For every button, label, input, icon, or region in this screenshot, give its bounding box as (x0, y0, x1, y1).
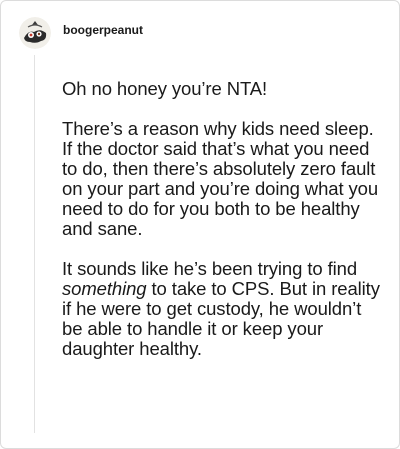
post-header: boogerpeanut (19, 17, 143, 49)
emphasized-text: something (62, 278, 147, 299)
username[interactable]: boogerpeanut (63, 23, 143, 37)
paragraph-text: It sounds like he’s been trying to find (62, 258, 358, 279)
post-paragraph: It sounds like he’s been trying to find … (62, 259, 382, 359)
avatar-icon[interactable] (19, 17, 51, 49)
post-paragraph: Oh no honey you’re NTA! (62, 78, 268, 99)
post-card: boogerpeanut Oh no honey you’re NTA! The… (0, 0, 400, 449)
thread-line (34, 55, 35, 433)
post-paragraph: There’s a reason why kids need sleep. If… (62, 118, 379, 239)
post-body: Oh no honey you’re NTA! There’s a reason… (62, 79, 382, 379)
